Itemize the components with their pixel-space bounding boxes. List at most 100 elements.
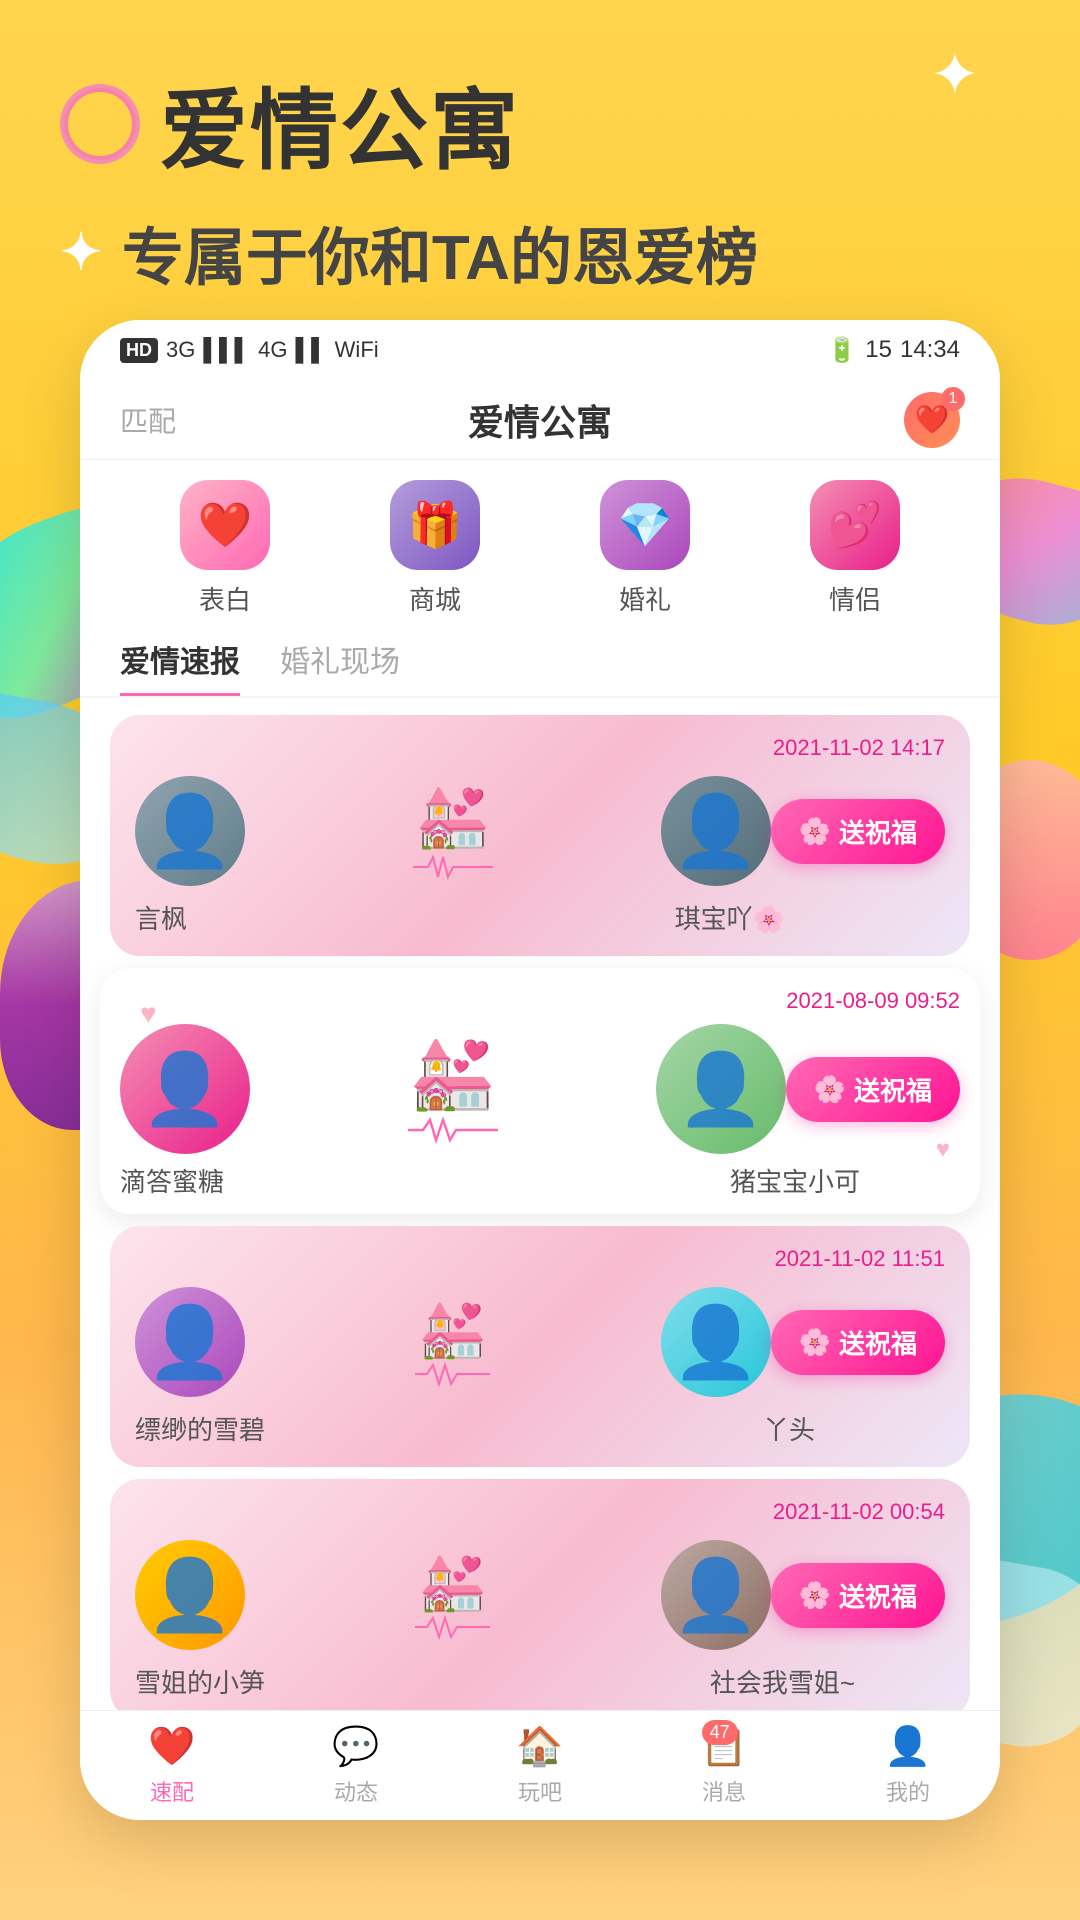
card-content-4: 👤 💒 👤 🌸 送祝福: [135, 1535, 945, 1655]
flower-icon-3: 🌸: [799, 1327, 831, 1358]
send-blessing-btn-1[interactable]: 🌸 送祝福: [771, 799, 945, 864]
blessing-label-3: 送祝福: [839, 1324, 917, 1361]
nav-match-label[interactable]: 匹配: [120, 400, 176, 440]
speed-match-icon: ❤️: [148, 1725, 195, 1769]
sparkle-left-icon: ✦: [60, 223, 102, 281]
nav-trends[interactable]: 💬 动态: [332, 1725, 379, 1807]
flower-icon-1: 🌸: [799, 816, 831, 847]
person-icon-3a: 👤: [146, 1307, 233, 1377]
flower-icon-2: 🌸: [814, 1074, 846, 1105]
feature-couple[interactable]: 💕 情侣: [810, 480, 900, 617]
profile-icon: 👤: [884, 1725, 931, 1769]
blessing-label-4: 送祝福: [839, 1577, 917, 1614]
heartbeat-svg-1: [413, 852, 493, 882]
couple-icon: 💕: [810, 480, 900, 570]
couple-card-2[interactable]: ♥ ♥ 2021-08-09 09:52 👤 💒 👤: [100, 968, 980, 1214]
avatar-1a: 👤: [135, 776, 245, 886]
nav-play[interactable]: 🏠 玩吧: [516, 1725, 563, 1807]
shop-icon: 🎁: [390, 480, 480, 570]
heart-deco-right: ♥: [936, 1136, 950, 1164]
name-4b: 社会我雪姐~: [710, 1663, 855, 1700]
speed-match-label: 速配: [150, 1775, 194, 1807]
hd-badge: HD: [120, 338, 158, 363]
arch-emoji-1: 💒: [415, 781, 490, 852]
blessing-label-2: 送祝福: [854, 1071, 932, 1108]
tab-love-news[interactable]: 爱情速报: [120, 637, 240, 696]
name-4a: 雪姐的小笋: [135, 1663, 265, 1700]
blessing-label-1: 送祝福: [839, 813, 917, 850]
person-icon-1a: 👤: [146, 796, 233, 866]
arch-emoji-3: 💒: [419, 1297, 487, 1362]
heartbeat-svg-4: [415, 1615, 490, 1640]
send-blessing-btn-4[interactable]: 🌸 送祝福: [771, 1563, 945, 1628]
couple-names-3: 缥缈的雪碧 丫头: [135, 1410, 945, 1447]
message-badge: 47: [702, 1720, 738, 1745]
play-icon: 🏠: [516, 1725, 563, 1769]
message-label: 消息: [702, 1775, 746, 1807]
card-content-2: 👤 💒 👤 🌸 送祝福: [120, 1024, 960, 1154]
feature-icons-row: ❤️ 表白 🎁 商城 💎 婚礼 💕 情侣: [80, 460, 1000, 637]
baibai-label: 表白: [199, 580, 251, 617]
tabs-row: 爱情速报 婚礼现场: [80, 637, 1000, 698]
status-left: HD 3G ▌▌▌ 4G ▌▌ WiFi: [120, 337, 379, 363]
nav-message[interactable]: 📋 47 消息: [700, 1725, 747, 1807]
send-blessing-btn-3[interactable]: 🌸 送祝福: [771, 1310, 945, 1375]
title-row: 爱情公寓: [60, 60, 520, 187]
trends-label: 动态: [334, 1775, 378, 1807]
wedding-arch-1: 💒: [245, 771, 661, 891]
wedding-icon: 💎: [600, 480, 690, 570]
baibai-icon: ❤️: [180, 480, 270, 570]
top-header: ✦ 爱情公寓 ✦ 专属于你和TA的恩爱榜: [0, 0, 1080, 317]
app-nav-bar: 匹配 爱情公寓 ❤️ 1: [80, 380, 1000, 460]
flower-icon-4: 🌸: [799, 1580, 831, 1611]
phone-card: HD 3G ▌▌▌ 4G ▌▌ WiFi 🔋 15 14:34 匹配 爱情公寓 …: [80, 320, 1000, 1820]
shop-label: 商城: [409, 580, 461, 617]
trends-icon: 💬: [332, 1725, 379, 1769]
battery-icon: 🔋: [827, 336, 857, 365]
couple-card-1[interactable]: 2021-11-02 14:17 👤 💒 👤: [110, 715, 970, 956]
logo-circle: [60, 84, 140, 164]
person-icon-1b: 👤: [672, 796, 759, 866]
wedding-label: 婚礼: [619, 580, 671, 617]
couple-label: 情侣: [829, 580, 881, 617]
tab-wedding-scene[interactable]: 婚礼现场: [280, 637, 400, 696]
couples-list: 2021-11-02 14:17 👤 💒 👤: [80, 703, 1000, 1732]
bottom-nav: ❤️ 速配 💬 动态 🏠 玩吧 📋 47 消息 👤 我的: [80, 1710, 1000, 1820]
wedding-arch-2: 💒: [250, 1029, 656, 1149]
card-content-1: 👤 💒 👤 🌸 送祝福: [135, 771, 945, 891]
send-blessing-btn-2[interactable]: 🌸 送祝福: [786, 1057, 960, 1122]
arch-emoji-4: 💒: [419, 1550, 487, 1615]
feature-baibai[interactable]: ❤️ 表白: [180, 480, 270, 617]
name-3b: 丫头: [763, 1410, 815, 1447]
card-content-3: 👤 💒 👤 🌸 送祝福: [135, 1282, 945, 1402]
nav-speed-match[interactable]: ❤️ 速配: [148, 1725, 195, 1807]
avatar-3a: 👤: [135, 1287, 245, 1397]
status-bar: HD 3G ▌▌▌ 4G ▌▌ WiFi 🔋 15 14:34: [80, 320, 1000, 380]
name-1b: 琪宝吖🌸: [675, 899, 785, 936]
couple-card-3[interactable]: 2021-11-02 11:51 👤 💒 👤: [110, 1226, 970, 1467]
wedding-arch-4: 💒: [245, 1535, 661, 1655]
subtitle-text: 专属于你和TA的恩爱榜: [122, 207, 758, 297]
timestamp-4: 2021-11-02 00:54: [135, 1499, 945, 1525]
avatar-4a: 👤: [135, 1540, 245, 1650]
arch-emoji-2: 💒: [409, 1033, 496, 1115]
avatar-1b: 👤: [661, 776, 771, 886]
heartbeat-svg-2: [408, 1115, 498, 1145]
nav-profile[interactable]: 👤 我的: [884, 1725, 931, 1807]
feature-wedding[interactable]: 💎 婚礼: [600, 480, 690, 617]
app-title: 爱情公寓: [160, 60, 520, 187]
couple-card-4[interactable]: 2021-11-02 00:54 👤 💒 👤: [110, 1479, 970, 1720]
status-right: 🔋 15 14:34: [827, 336, 960, 365]
person-icon-2b: 👤: [677, 1054, 764, 1124]
signal-bars2-icon: ▌▌: [295, 337, 326, 363]
name-3a: 缥缈的雪碧: [135, 1410, 265, 1447]
feature-shop[interactable]: 🎁 商城: [390, 480, 480, 617]
signal-bars-icon: ▌▌▌: [203, 337, 250, 363]
couple-names-1: 言枫 琪宝吖🌸: [135, 899, 945, 936]
heart-nav-icon[interactable]: ❤️ 1: [904, 392, 960, 448]
avatar-2b: 👤: [656, 1024, 786, 1154]
avatar-4b: 👤: [661, 1540, 771, 1650]
heart-deco-left: ♥: [140, 998, 157, 1030]
name-2a: 滴答蜜糖: [120, 1162, 224, 1199]
person-icon-3b: 👤: [672, 1307, 759, 1377]
